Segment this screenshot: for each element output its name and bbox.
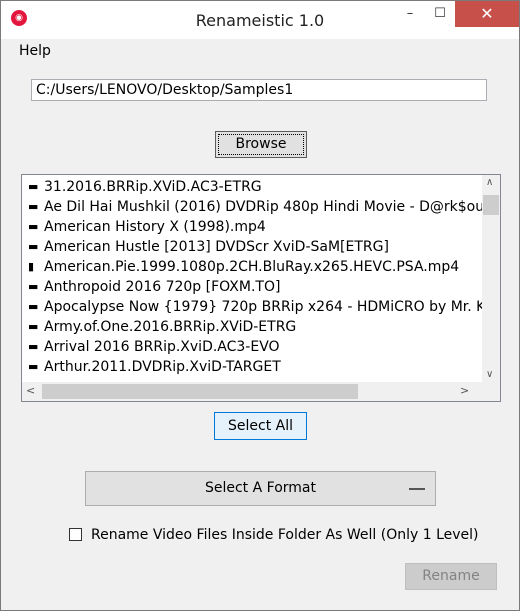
folder-icon: ▬ <box>28 360 39 373</box>
folder-icon: ▬ <box>28 200 39 213</box>
list-item[interactable]: ▬ 31.2016.BRRip.XViD.AC3-ETRG <box>22 177 482 197</box>
scroll-left-icon[interactable]: < <box>26 384 35 397</box>
list-item-label: American Hustle [2013] DVDScr XviD-SaM[E… <box>44 239 389 255</box>
scroll-up-icon[interactable]: ∧ <box>486 177 493 188</box>
folder-icon: ▬ <box>28 240 39 253</box>
folder-icon: ▬ <box>28 220 39 233</box>
menu-bar: Help <box>1 39 519 62</box>
list-item-label: Anthropoid 2016 720p [FOXM.TO] <box>44 279 281 295</box>
list-item[interactable]: ▮ American.Pie.1999.1080p.2CH.BluRay.x265… <box>22 257 482 277</box>
list-item[interactable]: ▬ Arrival 2016 BRRip.XviD.AC3-EVO <box>22 337 482 357</box>
title-bar[interactable]: ◉ Renameistic 1.0 – ☐ ✕ <box>1 1 519 39</box>
scroll-right-icon[interactable]: > <box>460 384 469 397</box>
list-item[interactable]: ▬ American History X (1998).mp4 <box>22 217 482 237</box>
list-item-label: Arthur.2011.DVDRip.XviD-TARGET <box>44 359 281 375</box>
scroll-down-icon[interactable]: ∨ <box>486 369 493 380</box>
list-item-label: Arrival 2016 BRRip.XviD.AC3-EVO <box>44 339 280 355</box>
rename-button[interactable]: Rename <box>405 563 497 590</box>
minimize-button[interactable]: – <box>397 1 423 27</box>
dropdown-bar-icon <box>409 488 425 490</box>
list-item-label: 31.2016.BRRip.XViD.AC3-ETRG <box>44 179 262 195</box>
close-button[interactable]: ✕ <box>455 1 519 27</box>
select-format-dropdown[interactable]: Select A Format <box>85 471 436 506</box>
maximize-button[interactable]: ☐ <box>427 1 453 27</box>
file-icon: ▮ <box>28 260 35 273</box>
vertical-scroll-thumb[interactable] <box>483 195 499 215</box>
folder-icon: ▬ <box>28 300 39 313</box>
folder-icon: ▬ <box>28 280 39 293</box>
file-list-items: ▬ 31.2016.BRRip.XViD.AC3-ETRG ▬ Ae Dil Hai … <box>22 177 482 377</box>
folder-path-input[interactable] <box>31 79 487 101</box>
folder-icon: ▬ <box>28 180 39 193</box>
folder-icon: ▬ <box>28 340 39 353</box>
select-format-label: Select A Format <box>204 480 316 496</box>
rename-inside-folder-checkbox[interactable] <box>69 528 82 541</box>
app-window: ◉ Renameistic 1.0 – ☐ ✕ Help Browse ▬ 31.… <box>0 0 520 611</box>
list-item[interactable]: ▬ American Hustle [2013] DVDScr XviD-SaM[… <box>22 237 482 257</box>
horizontal-scroll-thumb[interactable] <box>42 384 358 399</box>
list-item[interactable]: ▬ Ae Dil Hai Mushkil (2016) DVDRip 480p H… <box>22 197 482 217</box>
select-all-button[interactable]: Select All <box>214 412 307 440</box>
list-item-label: American History X (1998).mp4 <box>44 219 266 235</box>
vertical-scrollbar[interactable]: ∧ ∨ <box>482 175 500 383</box>
list-item[interactable]: ▬ Army.of.One.2016.BRRip.XViD-ETRG <box>22 317 482 337</box>
file-list[interactable]: ▬ 31.2016.BRRip.XViD.AC3-ETRG ▬ Ae Dil Hai … <box>21 174 501 402</box>
list-item-label: Apocalypse Now {1979} 720p BRRip x264 - … <box>44 299 482 315</box>
menu-help[interactable]: Help <box>19 43 51 59</box>
list-item[interactable]: ▬ Anthropoid 2016 720p [FOXM.TO] <box>22 277 482 297</box>
list-item-label: Ae Dil Hai Mushkil (2016) DVDRip 480p Hi… <box>44 199 482 215</box>
list-item-label: Army.of.One.2016.BRRip.XViD-ETRG <box>44 319 297 335</box>
horizontal-scrollbar[interactable]: < > <box>22 382 500 401</box>
rename-inside-folder-label[interactable]: Rename Video Files Inside Folder As Well… <box>91 527 479 543</box>
list-item-label: American.Pie.1999.1080p.2CH.BluRay.x265.… <box>44 259 460 275</box>
list-item[interactable]: ▬ Arthur.2011.DVDRip.XviD-TARGET <box>22 357 482 377</box>
list-item[interactable]: ▬ Apocalypse Now {1979} 720p BRRip x264 -… <box>22 297 482 317</box>
browse-button[interactable]: Browse <box>215 131 307 158</box>
folder-icon: ▬ <box>28 320 39 333</box>
